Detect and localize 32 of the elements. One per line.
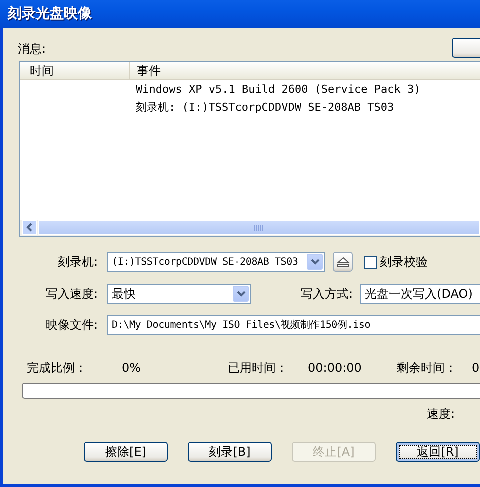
column-header: 事件 bbox=[136, 62, 161, 80]
progress-value: 00:00:00 bbox=[308, 360, 363, 377]
progress-label: 已用时间： bbox=[228, 360, 289, 377]
column-header: 时间 bbox=[20, 62, 130, 80]
window-title: 刻录光盘映像 bbox=[8, 4, 92, 24]
write-mode-select[interactable]: 光盘一次写入(DAO) bbox=[360, 284, 480, 304]
speed-label: 速度: bbox=[427, 407, 456, 421]
progress-value: 0% bbox=[122, 360, 142, 377]
speed-select[interactable]: 最快 bbox=[107, 284, 251, 304]
field-label: 写入方式: bbox=[301, 286, 354, 303]
dialog-button[interactable]: 刻录[B] bbox=[188, 442, 272, 462]
dialog-button[interactable]: 返回[R] bbox=[396, 442, 480, 462]
progress-label: 完成比例： bbox=[27, 360, 88, 377]
scroll-thumb[interactable] bbox=[38, 220, 480, 235]
checkbox-label[interactable]: 刻录校验 bbox=[380, 253, 428, 271]
event-cell-text: 刻录机: (I:)TSSTcorpCDDVDW SE-208AB TS03 bbox=[136, 100, 394, 116]
dialog-button[interactable]: 擦除[E] bbox=[84, 442, 168, 462]
eject-button[interactable] bbox=[333, 252, 353, 272]
event-cell-text: Windows XP v5.1 Build 2600 (Service Pack 3) bbox=[136, 82, 421, 98]
file-path-field[interactable]: D:\My Documents\My ISO Files\视频制作150例.iso bbox=[107, 315, 480, 335]
field-label: 写入速度: bbox=[44, 286, 99, 303]
messages-label: 消息: bbox=[18, 41, 46, 58]
progress-value: 0 bbox=[472, 360, 480, 377]
scroll-left-button[interactable] bbox=[22, 220, 37, 235]
field-label: 映像文件: bbox=[44, 317, 99, 334]
verify-checkbox[interactable] bbox=[364, 256, 377, 268]
progress-label: 剩余时间： bbox=[397, 360, 458, 377]
field-label: 刻录机: bbox=[56, 254, 99, 271]
chevron-left-icon bbox=[26, 223, 33, 232]
cut-off-button[interactable] bbox=[452, 38, 480, 58]
burner-select[interactable]: (I:)TSSTcorpCDDVDW SE-208AB TS03 bbox=[107, 252, 325, 272]
eject-icon bbox=[336, 256, 350, 268]
